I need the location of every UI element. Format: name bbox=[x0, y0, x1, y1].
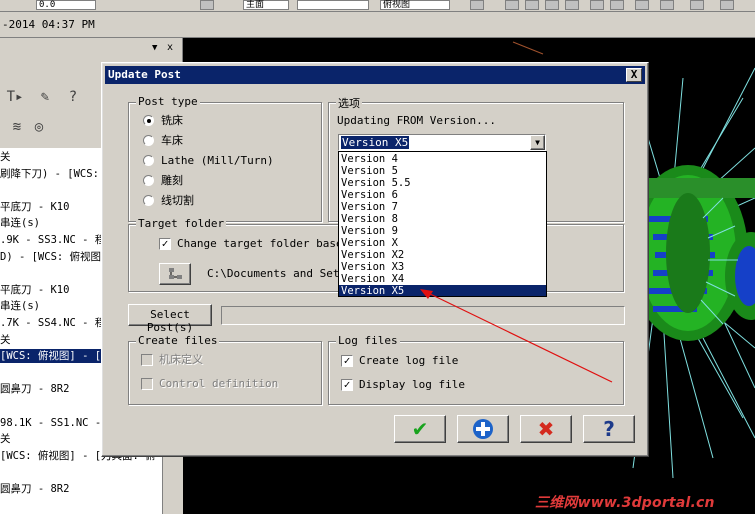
annotation-arrow bbox=[420, 289, 613, 383]
